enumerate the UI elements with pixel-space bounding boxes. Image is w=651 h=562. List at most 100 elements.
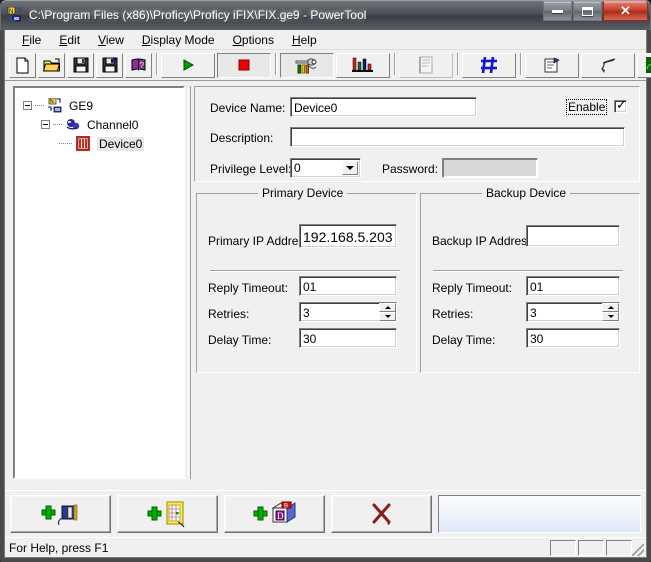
svg-text:?: ? [140,61,145,70]
screenshot-root: N C:\Program Files (x86)\Proficy\Proficy… [0,0,651,562]
backup-ip-label: Backup IP Address [432,234,534,248]
backup-delay-time-label: Delay Time: [432,333,496,347]
backup-reply-timeout-label: Reply Timeout: [432,281,513,295]
menu-bar: FFileile Edit View Display Mode Options … [5,30,646,50]
backup-ip-input[interactable] [526,225,620,247]
tree-dotted-line [59,143,73,144]
play-start-icon[interactable] [161,52,215,78]
tree-node-label: Device0 [97,136,145,151]
toolbar-separator-3 [391,53,398,77]
delete-button[interactable] [331,495,432,533]
password-input[interactable] [442,158,538,178]
enable-label: Enable [566,99,608,115]
menu-options[interactable]: Options [224,31,283,49]
password-label: Password: [382,162,439,176]
action-button-bar: D B [5,490,646,537]
status-pane-2 [578,540,604,556]
backup-reply-timeout-input[interactable]: 01 [526,276,620,296]
chevron-down-icon[interactable] [342,161,358,175]
add-device-button[interactable] [117,495,218,533]
spinner-down-icon[interactable] [379,312,396,321]
maximize-button[interactable] [573,1,602,21]
backup-delay-time-input[interactable]: 30 [526,328,620,348]
primary-delay-time-label: Delay Time: [208,333,272,347]
primary-retries-spinner[interactable] [379,303,396,321]
close-button[interactable]: ✕ [603,1,648,21]
powertool-icon: N [7,7,23,23]
menu-display-mode[interactable]: Display Mode [133,31,224,49]
toolbar-separator-4 [454,53,461,77]
tools-config-icon[interactable] [280,52,334,78]
maximize-icon [582,6,593,16]
pen-write-icon[interactable] [581,52,635,78]
add-channel-icon [41,504,77,526]
primary-ip-input[interactable]: 192.168.5.203 [299,224,397,248]
device-name-label: Device Name: [210,101,286,115]
bar-chart-statistics-icon[interactable] [336,52,390,78]
save-as-icon[interactable] [96,52,123,78]
menu-edit[interactable]: Edit [50,31,89,49]
new-icon[interactable] [9,52,36,78]
primary-ip-label: Primary IP Address [208,234,311,248]
close-icon: ✕ [620,3,631,18]
toolbar-separator-2 [272,53,279,77]
spinner-up-icon[interactable] [379,303,396,312]
add-device-icon [147,501,184,528]
enable-checkbox[interactable] [614,98,627,113]
action-bar-filler [438,495,641,533]
status-panes [550,540,632,556]
tree-node-label: Channel0 [87,117,139,132]
tree-node-ge9[interactable]: N GE9 [19,96,179,115]
device-tree-panel[interactable]: N GE9 Channel0 Device0 [13,86,185,479]
expander-minus-icon[interactable] [41,120,50,129]
resize-grip-icon[interactable] [632,544,644,556]
add-datablock-icon: D B [253,501,295,523]
status-pane-1 [550,540,576,556]
privilege-level-label: Privilege Level: [210,162,292,176]
tree-node-label: GE9 [69,98,94,113]
client-area: FFileile Edit View Display Mode Options … [4,30,651,558]
tree-splitter[interactable] [188,86,191,479]
description-label: Description: [210,131,274,145]
primary-reply-timeout-input[interactable]: 01 [299,276,397,296]
status-bar: For Help, press F1 [5,537,646,557]
menu-help[interactable]: Help [283,31,326,49]
backup-retries-spinner[interactable] [602,303,619,321]
tree-node-device0[interactable]: Device0 [19,134,179,153]
backup-device-title: Backup Device [482,186,571,200]
stop-square-icon[interactable] [217,52,271,78]
title-bar: N C:\Program Files (x86)\Proficy\Proficy… [0,0,651,30]
minimize-button[interactable] [543,1,572,21]
open-folder-icon[interactable] [38,52,65,78]
expander-minus-icon[interactable] [23,101,32,110]
minimize-icon [552,9,563,13]
primary-device-title: Primary Device [258,186,348,200]
device-tree: N GE9 Channel0 Device0 [15,88,183,161]
main-toolbar: ? [5,50,651,81]
device-name-input[interactable]: Device0 [290,97,477,117]
status-pane-3 [606,540,632,556]
primary-delay-time-input[interactable]: 30 [299,328,397,348]
spinner-down-icon[interactable] [602,312,619,321]
primary-reply-timeout-label: Reply Timeout: [208,281,289,295]
privilege-level-select[interactable]: 0 [290,158,361,178]
grid-crosshatch-icon[interactable] [462,52,516,78]
add-channel-button[interactable] [10,495,111,533]
menu-file[interactable]: FFileile [13,31,50,49]
book-help-icon[interactable]: ? [125,52,152,78]
add-datablock-button[interactable]: D B [224,495,325,533]
driver-node-icon: N [47,97,65,114]
menu-view[interactable]: View [89,31,133,49]
spinner-up-icon[interactable] [602,303,619,312]
application-window: N C:\Program Files (x86)\Proficy\Proficy… [0,0,651,562]
document-pen-icon[interactable] [525,52,579,78]
tree-dotted-line [53,124,63,125]
save-icon[interactable] [67,52,94,78]
toolbar-separator-1 [153,53,160,77]
device-form-panel: Device Name: Device0 Enable Description:… [194,86,640,479]
tree-node-channel0[interactable]: Channel0 [19,115,179,134]
waveform-green-icon[interactable] [637,52,651,78]
primary-retries-label: Retries: [208,307,250,321]
document-list-icon [399,52,453,78]
description-input[interactable] [290,127,625,147]
